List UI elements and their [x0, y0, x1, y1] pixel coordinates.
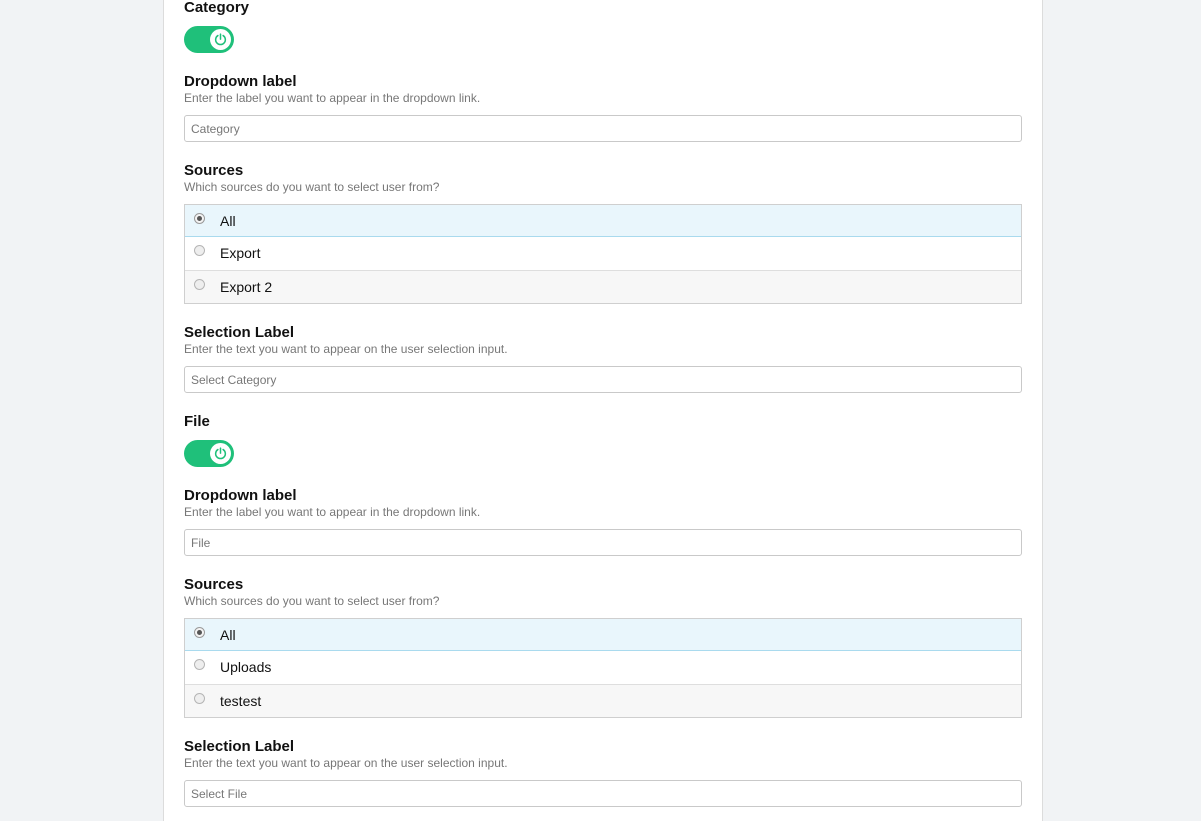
radio-button[interactable] — [194, 659, 205, 670]
section-title-file: File — [184, 413, 210, 430]
file-sources-radio-group: All Uploads testest — [184, 618, 1022, 718]
source-option-uploads[interactable]: Uploads — [185, 651, 1021, 684]
dropdown-label-help: Enter the label you want to appear in th… — [184, 505, 481, 519]
dropdown-label-heading: Dropdown label — [184, 487, 297, 504]
source-option-label: testest — [220, 693, 262, 709]
category-selection-label-input[interactable] — [184, 366, 1022, 393]
source-option-label: Export 2 — [220, 279, 273, 295]
file-dropdown-label-input[interactable] — [184, 529, 1022, 556]
radio-button[interactable] — [194, 245, 205, 256]
selection-label-heading: Selection Label — [184, 324, 295, 341]
category-enable-toggle[interactable] — [184, 26, 234, 53]
radio-button-selected[interactable] — [194, 627, 205, 638]
radio-button-selected[interactable] — [194, 213, 205, 224]
source-option-label: Export — [220, 245, 261, 261]
radio-button[interactable] — [194, 693, 205, 704]
file-enable-toggle[interactable] — [184, 440, 234, 467]
toggle-knob — [210, 443, 231, 464]
power-icon — [214, 33, 227, 46]
sources-heading: Sources — [184, 576, 244, 593]
sources-heading: Sources — [184, 162, 244, 179]
radio-button[interactable] — [194, 279, 205, 290]
dropdown-label-heading: Dropdown label — [184, 73, 297, 90]
source-option-export[interactable]: Export — [185, 237, 1021, 270]
source-option-export-2[interactable]: Export 2 — [185, 270, 1021, 303]
source-option-all[interactable]: All — [185, 619, 1021, 651]
source-option-testest[interactable]: testest — [185, 684, 1021, 717]
source-option-label: Uploads — [220, 659, 272, 675]
source-option-label: All — [220, 213, 236, 229]
source-option-all[interactable]: All — [185, 205, 1021, 237]
settings-panel: Category Dropdown label Enter the label … — [163, 0, 1043, 821]
sources-help: Which sources do you want to select user… — [184, 180, 440, 194]
dropdown-label-help: Enter the label you want to appear in th… — [184, 91, 481, 105]
file-selection-label-input[interactable] — [184, 780, 1022, 807]
selection-label-help: Enter the text you want to appear on the… — [184, 342, 508, 356]
source-option-label: All — [220, 627, 236, 643]
selection-label-heading: Selection Label — [184, 738, 295, 755]
toggle-knob — [210, 29, 231, 50]
selection-label-help: Enter the text you want to appear on the… — [184, 756, 508, 770]
category-dropdown-label-input[interactable] — [184, 115, 1022, 142]
section-title-category: Category — [184, 0, 250, 16]
category-sources-radio-group: All Export Export 2 — [184, 204, 1022, 304]
sources-help: Which sources do you want to select user… — [184, 594, 440, 608]
power-icon — [214, 447, 227, 460]
